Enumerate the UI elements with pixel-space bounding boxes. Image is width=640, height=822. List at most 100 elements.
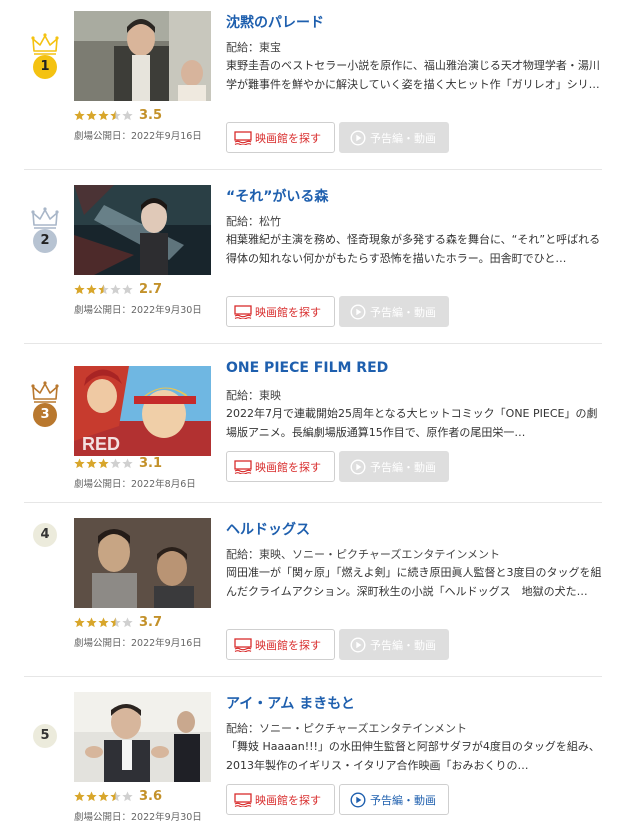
trailer-label: 予告編・動画 — [370, 638, 436, 652]
star-empty-icon — [122, 457, 133, 468]
find-theater-button[interactable]: 映画館を探す — [226, 629, 335, 660]
star-empty-icon — [122, 109, 133, 120]
star-full-icon — [74, 457, 85, 468]
movie-poster-image[interactable] — [74, 692, 211, 782]
rank-number: 5 — [33, 724, 57, 748]
movie-title-link[interactable]: ヘルドッグス — [226, 519, 310, 539]
find-theater-button[interactable]: 映画館を探す — [226, 451, 335, 482]
rating-value: 3.7 — [139, 614, 163, 630]
find-theater-button[interactable]: 映画館を探す — [226, 122, 335, 153]
rating-value: 3.6 — [139, 788, 163, 804]
movie-title-link[interactable]: “それ”がいる森 — [226, 186, 328, 206]
star-full-icon — [86, 790, 97, 801]
trailer-button[interactable]: 予告編・動画 — [339, 296, 449, 327]
movie-title-link[interactable]: ONE PIECE FILM RED — [226, 360, 388, 376]
rank-badge: 1 — [30, 32, 60, 79]
play-icon — [350, 129, 366, 146]
release-date: 劇場公開日：2022年9月16日 — [74, 638, 202, 649]
star-full-icon — [74, 283, 85, 294]
rating: 2.7 — [74, 280, 162, 298]
star-rating — [74, 283, 134, 295]
synopsis: 「舞妓 Haaaan!!!」の水田伸生監督と阿部サダヲが4度目のタッグを組み、2… — [226, 740, 600, 772]
movie-poster-image[interactable]: RED — [74, 366, 211, 456]
trailer-label: 予告編・動画 — [370, 131, 436, 145]
rank-number: 3 — [33, 403, 57, 427]
star-empty-icon — [122, 616, 133, 627]
star-full-icon — [74, 790, 85, 801]
star-full-icon — [98, 457, 109, 468]
play-icon — [350, 458, 366, 475]
trailer-button[interactable]: 予告編・動画 — [339, 122, 449, 153]
movie-title-link[interactable]: 沈黙のパレード — [226, 12, 324, 32]
star-full-icon — [74, 109, 85, 120]
distributor: 配給：東映 — [226, 389, 281, 402]
find-theater-button[interactable]: 映画館を探す — [226, 784, 335, 815]
rating: 3.6 — [74, 787, 162, 805]
distributor: 配給：ソニー・ピクチャーズエンタテインメント — [226, 722, 468, 735]
svg-text:RED: RED — [82, 434, 120, 454]
distributor: 配給：東宝 — [226, 41, 281, 54]
rating: 3.1 — [74, 454, 162, 472]
find-theater-button[interactable]: 映画館を探す — [226, 296, 335, 327]
star-full-icon — [86, 283, 97, 294]
star-empty-icon — [110, 457, 121, 468]
rating: 3.5 — [74, 106, 162, 124]
release-date: 劇場公開日：2022年9月30日 — [74, 812, 202, 822]
find-theater-label: 映画館を探す — [255, 460, 321, 474]
movie-title-link[interactable]: アイ・アム まきもと — [226, 693, 355, 713]
find-theater-label: 映画館を探す — [255, 305, 321, 319]
find-theater-label: 映画館を探す — [255, 638, 321, 652]
divider — [24, 676, 602, 677]
star-rating — [74, 109, 134, 121]
rating-value: 2.7 — [139, 281, 163, 297]
trailer-label: 予告編・動画 — [370, 305, 436, 319]
star-full-icon — [98, 109, 109, 120]
movie-poster-image[interactable] — [74, 185, 211, 275]
theater-icon — [234, 304, 252, 319]
release-date: 劇場公開日：2022年9月16日 — [74, 131, 202, 142]
star-full-icon — [86, 616, 97, 627]
star-empty-icon — [110, 283, 121, 294]
star-half-icon — [110, 109, 121, 120]
release-date: 劇場公開日：2022年8月6日 — [74, 479, 196, 490]
rank-number: 1 — [33, 55, 57, 79]
star-full-icon — [86, 457, 97, 468]
trailer-button[interactable]: 予告編・動画 — [339, 451, 449, 482]
distributor: 配給：松竹 — [226, 215, 281, 228]
trailer-button[interactable]: 予告編・動画 — [339, 629, 449, 660]
synopsis: 東野圭吾のベストセラー小説を原作に、福山雅治演じる天才物理学者・湯川学が難事件を… — [226, 59, 600, 91]
ranking-item: 4 3.7 劇場公開日：2022年9月16日 ヘルドッグス 配給：東映、ソニー・… — [0, 507, 640, 681]
divider — [24, 169, 602, 170]
star-rating — [74, 616, 134, 628]
rank-badge: 3 — [30, 380, 60, 427]
theater-icon — [234, 459, 252, 474]
ranking-item: 5 3.6 劇場公開日：2022年9月30日 アイ・アム まきもと 配給：ソニー… — [0, 681, 640, 822]
star-full-icon — [98, 616, 109, 627]
trailer-button[interactable]: 予告編・動画 — [339, 784, 449, 815]
synopsis: 相葉雅紀が主演を務め、怪奇現象が多発する森を舞台に、“それ”と呼ばれる得体の知れ… — [226, 233, 601, 265]
distributor: 配給：東映、ソニー・ピクチャーズエンタテインメント — [226, 548, 501, 561]
synopsis: 岡田准一が「関ヶ原」「燃えよ剣」に続き原田眞人監督と3度目のタッグを組んだクライ… — [226, 566, 602, 598]
star-empty-icon — [122, 283, 133, 294]
trailer-label: 予告編・動画 — [370, 460, 436, 474]
play-icon — [350, 303, 366, 320]
movie-poster-image[interactable] — [74, 11, 211, 101]
ranking-item: 1 3.5 劇場公開日：2022年9月16日 沈黙のパレード 配給：東宝 東野圭… — [0, 0, 640, 174]
rank-number: 2 — [33, 229, 57, 253]
divider — [24, 502, 602, 503]
rating-value: 3.1 — [139, 455, 163, 471]
star-empty-icon — [122, 790, 133, 801]
rank-number: 4 — [33, 523, 57, 547]
rating: 3.7 — [74, 613, 162, 631]
theater-icon — [234, 130, 252, 145]
play-icon — [350, 791, 366, 808]
star-full-icon — [86, 109, 97, 120]
star-half-icon — [110, 790, 121, 801]
divider — [24, 343, 602, 344]
star-rating — [74, 457, 134, 469]
movie-poster-image[interactable] — [74, 518, 211, 608]
find-theater-label: 映画館を探す — [255, 793, 321, 807]
star-full-icon — [74, 616, 85, 627]
star-full-icon — [98, 790, 109, 801]
rating-value: 3.5 — [139, 107, 163, 123]
